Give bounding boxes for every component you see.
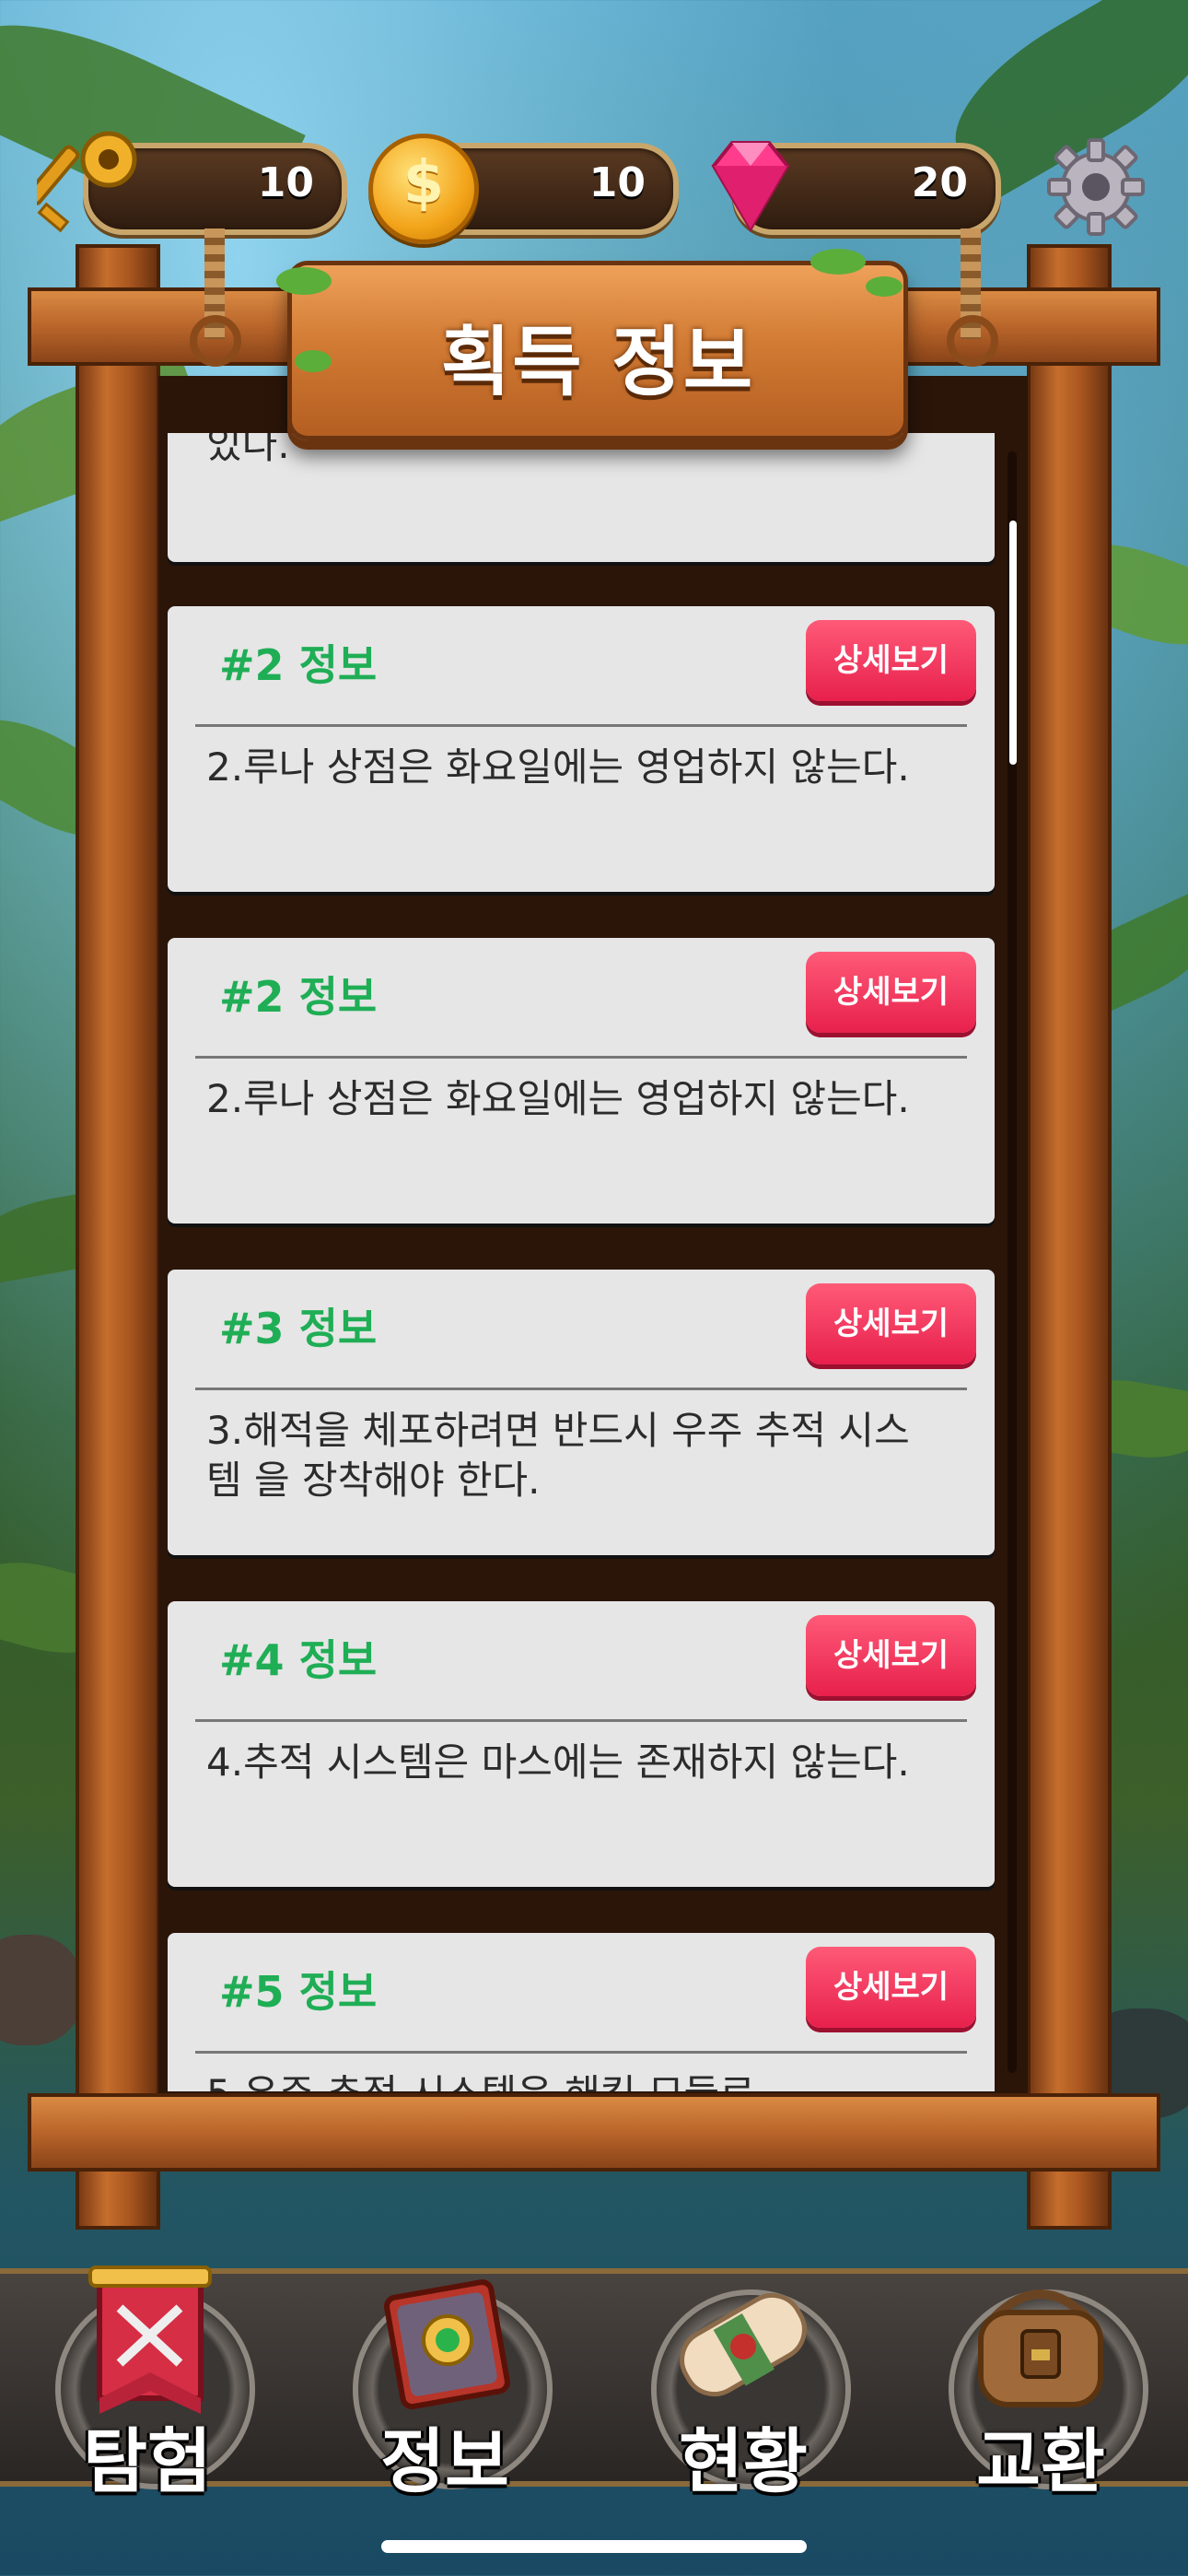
info-card-text: 2.루나 상점은 화요일에는 영업하지 않는다.: [206, 1076, 910, 1121]
card-divider: [195, 1719, 967, 1722]
scrollbar-thumb[interactable]: [1009, 521, 1017, 765]
detail-button[interactable]: 상세보기: [806, 620, 976, 701]
nav-label: 정보: [380, 2420, 509, 2502]
card-divider: [195, 2051, 967, 2054]
keys-value: 10: [257, 159, 314, 206]
vine-leaf: [276, 267, 332, 295]
bag-icon: [978, 2289, 1103, 2407]
scroll-icon: [680, 2292, 807, 2397]
info-card: #5 정보 상세보기 5.우주 추적 시스템은 해킹 모듈로: [168, 1933, 995, 2091]
detail-button[interactable]: 상세보기: [806, 1615, 976, 1696]
frame-beam-bottom: [28, 2093, 1160, 2172]
banner-swords-icon: [88, 2266, 212, 2414]
coins-value: 10: [588, 159, 646, 206]
info-card: #4 정보 상세보기 4.추적 시스템은 마스에는 존재하지 않는다.: [168, 1601, 995, 1887]
frame-post-left: [76, 244, 160, 2230]
info-card-heading: #2 정보: [219, 640, 378, 690]
vine-leaf: [866, 276, 903, 297]
info-list[interactable]: 1.해적의 아지트는 우주 정거장 '플루토'에 있다. #2 정보 상세보기 …: [166, 433, 995, 2091]
nav-label: 교환: [976, 2420, 1105, 2502]
info-card-text: 3.해적을 체포하려면 반드시 우주 추적 시스템 을 장착해야 한다.: [206, 1408, 910, 1503]
key-icon: [25, 124, 147, 244]
info-card: #2 정보 상세보기 2.루나 상점은 화요일에는 영업하지 않는다.: [168, 938, 995, 1224]
info-card-text: 4.추적 시스템은 마스에는 존재하지 않는다.: [206, 1739, 910, 1785]
detail-button[interactable]: 상세보기: [806, 1947, 976, 2028]
vine-leaf: [810, 249, 866, 275]
card-divider: [195, 1056, 967, 1059]
info-card-heading: #3 정보: [219, 1304, 378, 1353]
info-card-heading: #4 정보: [219, 1635, 378, 1685]
vine-leaf: [295, 350, 332, 372]
frame-post-right: [1027, 244, 1112, 2230]
nav-explore[interactable]: 탐험: [32, 2262, 262, 2502]
book-icon: [384, 2279, 510, 2410]
nav-label: 현황: [679, 2420, 808, 2502]
info-card-heading: #5 정보: [219, 1967, 378, 2017]
info-card-heading: #2 정보: [219, 972, 378, 1022]
gem-icon: [695, 129, 806, 240]
home-indicator[interactable]: [381, 2540, 807, 2553]
coin-icon: $: [368, 134, 479, 244]
card-divider: [195, 1388, 967, 1390]
detail-button[interactable]: 상세보기: [806, 1283, 976, 1364]
rope-ring-left: [190, 315, 241, 367]
detail-button[interactable]: 상세보기: [806, 952, 976, 1033]
nav-status[interactable]: 현황: [628, 2262, 858, 2502]
info-card: #2 정보 상세보기 2.루나 상점은 화요일에는 영업하지 않는다.: [168, 606, 995, 892]
info-card: #3 정보 상세보기 3.해적을 체포하려면 반드시 우주 추적 시스템 을 장…: [168, 1270, 995, 1555]
title-sign: 획득 정보: [287, 261, 908, 440]
info-card-text: 5.우주 추적 시스템은 해킹 모듈로: [206, 2069, 925, 2091]
gems-value: 20: [911, 159, 968, 206]
nav-label: 탐험: [83, 2420, 212, 2502]
rope-ring-right: [947, 315, 998, 367]
page-title: 획득 정보: [440, 319, 755, 406]
info-card-text: 2.루나 상점은 화요일에는 영업하지 않는다.: [206, 744, 910, 790]
nav-info[interactable]: 정보: [330, 2262, 560, 2502]
info-card: 1.해적의 아지트는 우주 정거장 '플루토'에 있다.: [168, 433, 995, 562]
nav-exchange[interactable]: 교환: [926, 2262, 1156, 2502]
card-divider: [195, 724, 967, 727]
gear-icon[interactable]: [1045, 136, 1147, 238]
